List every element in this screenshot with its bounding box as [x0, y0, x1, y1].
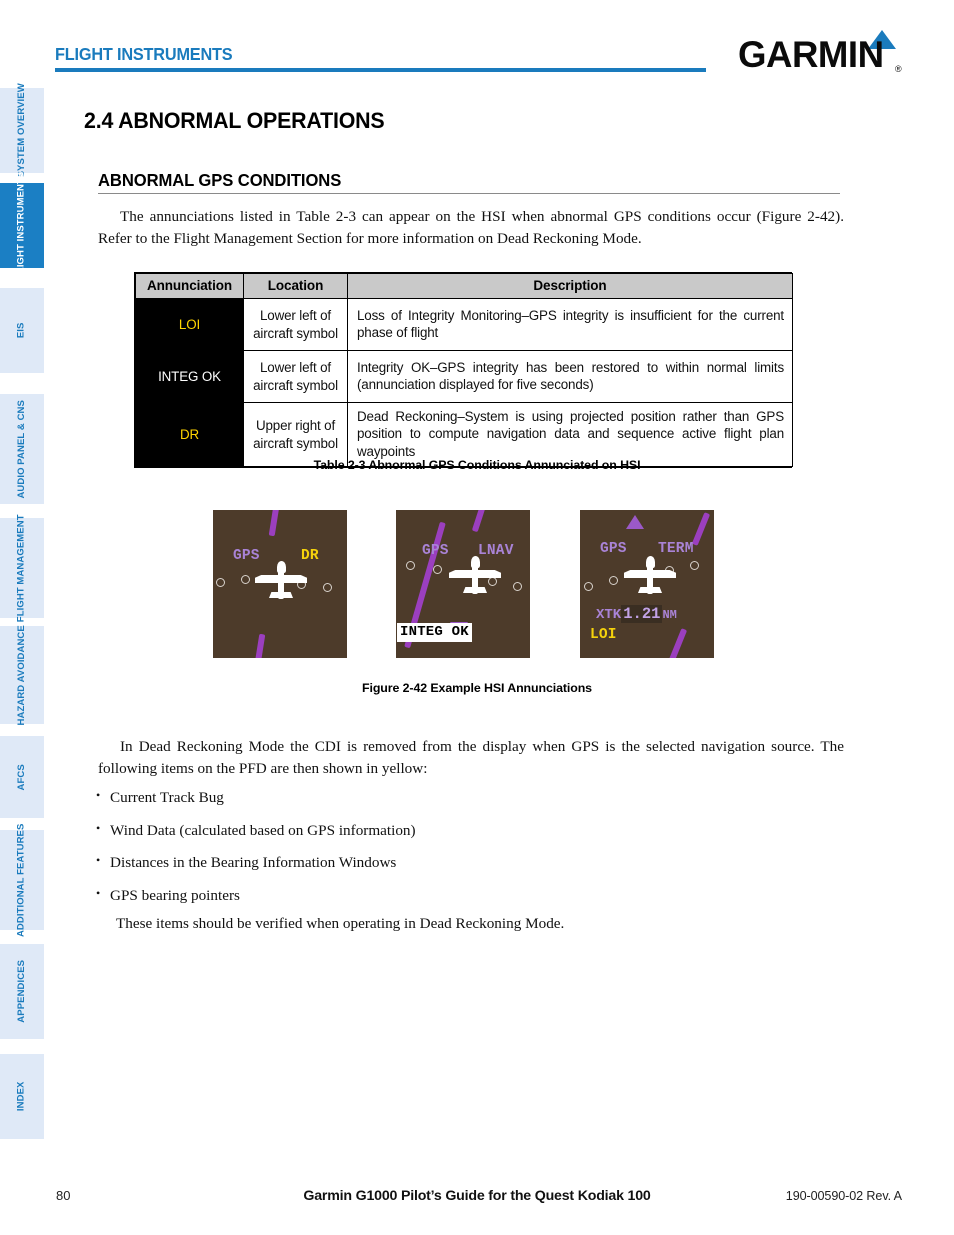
sidebar-item-label: AUDIO PANEL & CNS: [15, 399, 27, 499]
table-header-description: Description: [347, 273, 793, 299]
bearing-pointer-icon: [626, 515, 644, 529]
label-xtk: XTK: [596, 607, 622, 623]
header-divider: [55, 68, 706, 72]
figure-hsi-annunciations: GPS DR GPS LNAV INTEG OK GPS TERM XTK 1.…: [0, 510, 954, 658]
sidebar-item-afcs[interactable]: AFCS: [0, 736, 44, 818]
footer-part-number: 190-00590-02 Rev. A: [785, 1189, 902, 1203]
course-line-top: [268, 510, 280, 537]
cdi-dot: [513, 582, 522, 591]
xtk-readout: XTK 1.21 NM: [596, 605, 677, 623]
label-integ-ok: INTEG OK: [397, 623, 472, 642]
cell-description-loi: Loss of Integrity Monitoring–GPS integri…: [347, 298, 793, 351]
list-item: Wind Data (calculated based on GPS infor…: [96, 821, 842, 840]
table-header-location: Location: [243, 273, 348, 299]
dead-reckoning-paragraph: In Dead Reckoning Mode the CDI is remove…: [98, 738, 844, 777]
cell-annunciation-integ-ok: INTEG OK: [135, 350, 244, 403]
hsi-tile-loi: GPS TERM XTK 1.21 NM LOI: [580, 510, 714, 658]
closing-paragraph: These items should be verified when oper…: [116, 915, 565, 932]
aircraft-symbol-icon: [447, 554, 503, 596]
label-gps: GPS: [422, 543, 449, 559]
sidebar-item-label: FLIGHT INSTRUMENTS: [15, 171, 27, 280]
cdi-dot: [584, 582, 593, 591]
figure-caption: Figure 2-42 Example HSI Annunciations: [362, 681, 592, 695]
sidebar-item-label: INDEX: [15, 1081, 27, 1112]
list-item: GPS bearing pointers: [96, 886, 842, 905]
cdi-dot: [406, 561, 415, 570]
cdi-dot: [690, 561, 699, 570]
sidebar-item-eis[interactable]: EIS: [0, 288, 44, 373]
page-header: FLIGHT INSTRUMENTS GARMIN ®: [0, 0, 954, 90]
table-row: INTEG OK Lower left of aircraft symbol I…: [135, 350, 793, 403]
cdi-dot: [216, 578, 225, 587]
list-item: Current Track Bug: [96, 788, 842, 807]
sidebar-item-appendices[interactable]: APPENDICES: [0, 944, 44, 1039]
registered-trademark-icon: ®: [895, 64, 902, 74]
sidebar-item-label: SYSTEM OVERVIEW: [15, 83, 27, 178]
gps-conditions-table: Annunciation Location Description LOI Lo…: [134, 272, 793, 469]
sidebar-item-label: APPENDICES: [15, 960, 27, 1023]
sidebar-item-flight-instruments[interactable]: FLIGHT INSTRUMENTS: [0, 172, 44, 279]
course-line-top-right: [691, 512, 711, 546]
garmin-logo: GARMIN ®: [738, 30, 908, 78]
cell-annunciation-loi: LOI: [135, 298, 244, 351]
table-caption: Table 2-3 Abnormal GPS Conditions Annunc…: [313, 458, 641, 472]
course-line-bottom: [254, 633, 266, 658]
sidebar-item-system-overview[interactable]: SYSTEM OVERVIEW: [0, 83, 44, 178]
garmin-wordmark: GARMIN: [738, 34, 884, 75]
aircraft-symbol-icon: [622, 554, 678, 596]
sidebar-item-audio-panel-cns[interactable]: AUDIO PANEL & CNS: [0, 394, 44, 504]
cell-location-integ-ok: Lower left of aircraft symbol: [243, 350, 348, 403]
sidebar-item-index[interactable]: INDEX: [0, 1054, 44, 1139]
sidebar-item-label: EIS: [15, 322, 27, 339]
cell-location-loi: Lower left of aircraft symbol: [243, 298, 348, 351]
sidebar-item-label: ADDITIONAL FEATURES: [15, 823, 27, 937]
value-xtk-distance: 1.21: [621, 605, 663, 623]
sidebar-item-label: AFCS: [15, 763, 27, 791]
cdi-dot: [241, 575, 250, 584]
aircraft-symbol-icon: [253, 559, 309, 601]
label-xtk-unit: NM: [662, 608, 677, 622]
cdi-dot: [609, 576, 618, 585]
yellow-items-list: Current Track Bug Wind Data (calculated …: [96, 788, 842, 919]
intro-paragraph: The annunciations listed in Table 2-3 ca…: [98, 208, 844, 247]
page-title: 2.4 ABNORMAL OPERATIONS: [84, 108, 385, 133]
cdi-dot: [323, 583, 332, 592]
list-item: Distances in the Bearing Information Win…: [96, 853, 842, 872]
sidebar-item-additional-features[interactable]: ADDITIONAL FEATURES: [0, 823, 44, 937]
table-header-row: Annunciation Location Description: [135, 273, 793, 299]
subsection-divider: [98, 193, 840, 194]
table-header-annunciation: Annunciation: [135, 273, 244, 299]
cell-description-integ-ok: Integrity OK–GPS integrity has been rest…: [347, 350, 793, 403]
page-footer: 80 Garmin G1000 Pilot’s Guide for the Qu…: [0, 1188, 954, 1212]
table-row: LOI Lower left of aircraft symbol Loss o…: [135, 298, 793, 351]
course-line-top: [471, 510, 487, 533]
cdi-dot: [433, 565, 442, 574]
subsection-title: ABNORMAL GPS CONDITIONS: [98, 170, 342, 190]
course-line-bottom-right: [668, 628, 688, 658]
page-header-title: FLIGHT INSTRUMENTS: [55, 44, 233, 64]
hsi-tile-integ-ok: GPS LNAV INTEG OK: [396, 510, 530, 658]
hsi-tile-dr: GPS DR: [213, 510, 347, 658]
label-loi: LOI: [590, 627, 617, 643]
